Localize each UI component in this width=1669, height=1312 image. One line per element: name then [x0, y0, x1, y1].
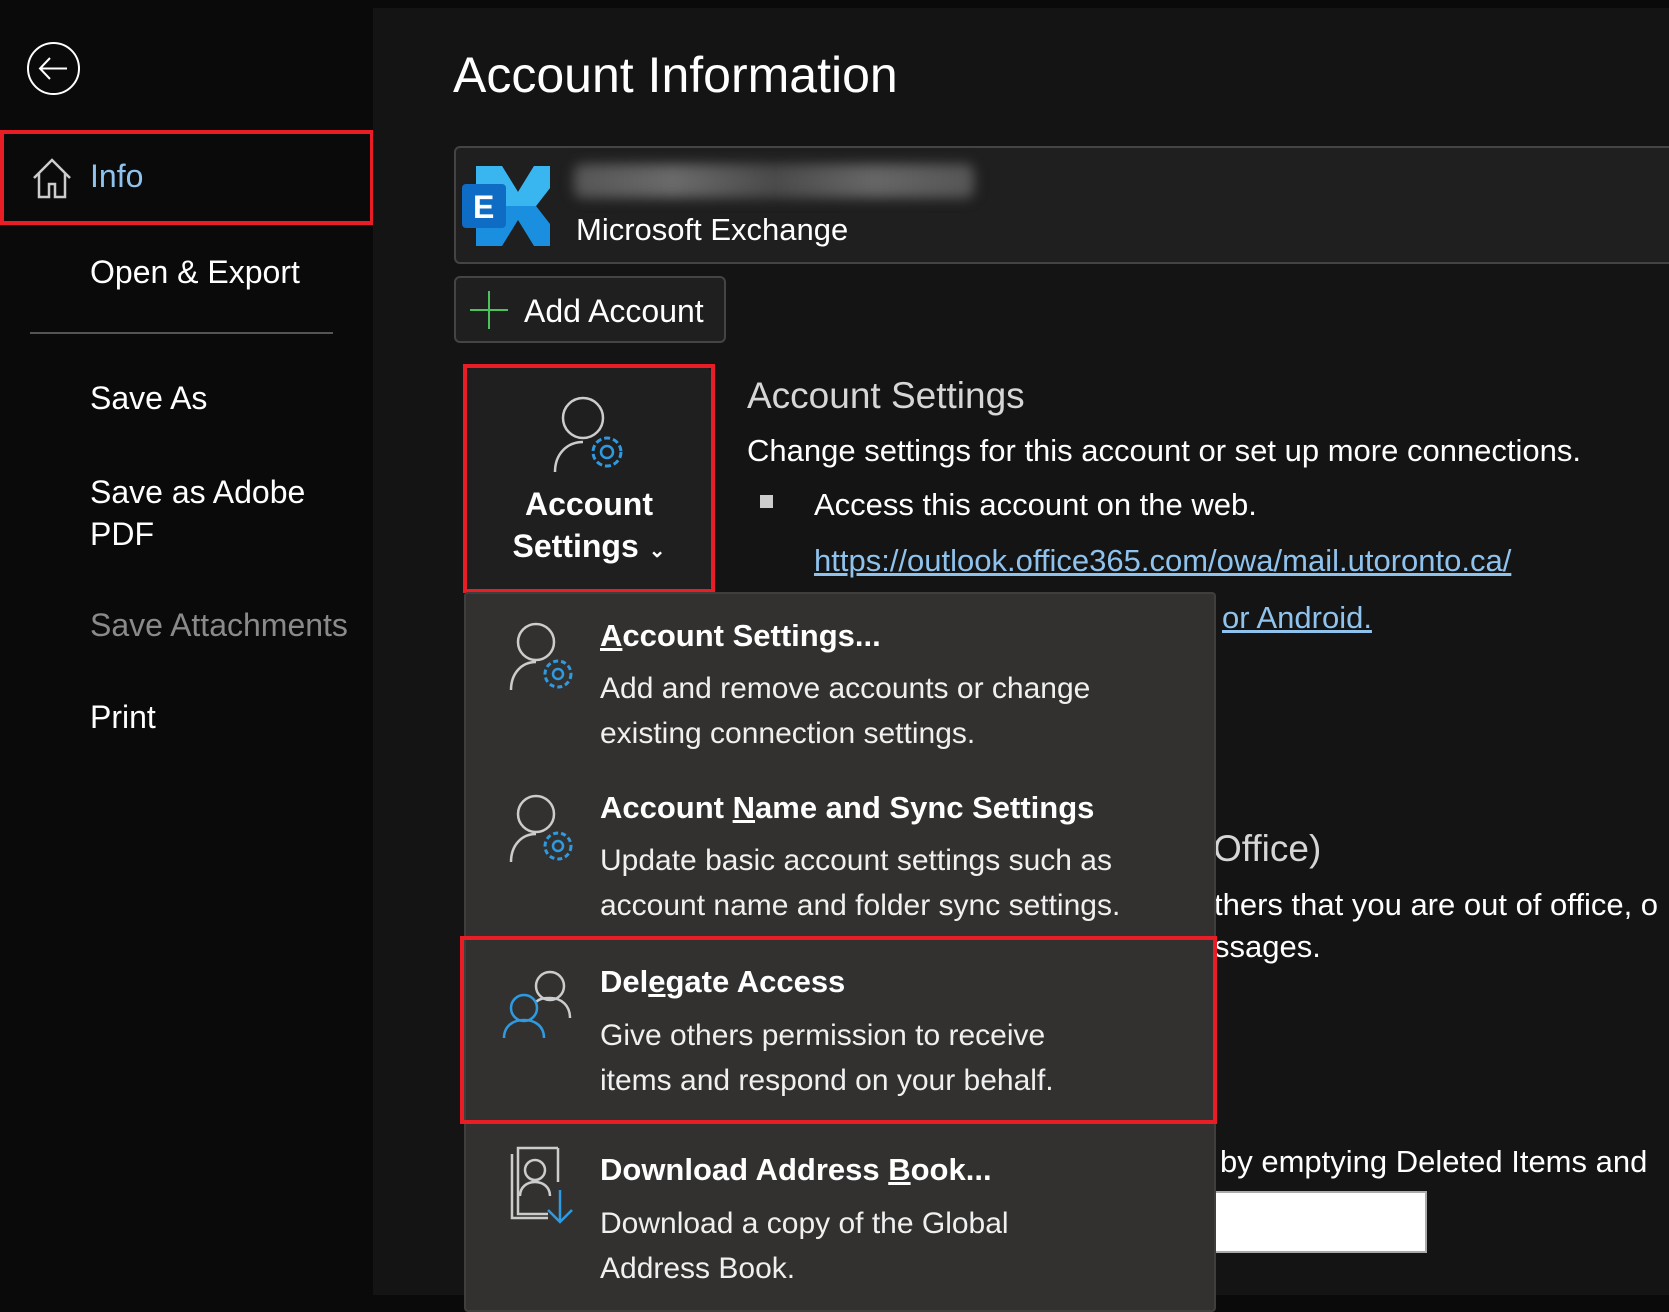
- menu-item-download-address-book[interactable]: Download Address Book... Download a copy…: [466, 1126, 1214, 1306]
- bullet-text: Access this account on the web.: [814, 487, 1257, 522]
- sidebar-item-print[interactable]: Print: [90, 699, 156, 736]
- out-of-office-text: thers that you are out of office, o: [1214, 887, 1659, 922]
- add-account-button[interactable]: Add Account: [454, 276, 726, 343]
- section-heading: Account Settings: [747, 375, 1025, 416]
- svg-text:E: E: [473, 189, 494, 225]
- person-gear-icon: [509, 794, 573, 863]
- sidebar-item-save-as-adobe-pdf[interactable]: Save as Adobe PDF: [90, 471, 305, 555]
- menu-item-desc: account name and folder sync settings.: [600, 889, 1121, 922]
- menu-item-desc: existing connection settings.: [600, 717, 976, 750]
- bullet-icon: [760, 495, 773, 508]
- menu-item-desc: Address Book.: [600, 1252, 796, 1285]
- account-selector[interactable]: E Microsoft Exchange: [454, 146, 1669, 264]
- account-type: Microsoft Exchange: [576, 212, 849, 247]
- back-button[interactable]: [26, 41, 81, 96]
- menu-item-desc: Add and remove accounts or change: [600, 672, 1091, 705]
- section-description: Change settings for this account or set …: [747, 433, 1582, 468]
- owa-link[interactable]: https://outlook.office365.com/owa/mail.u…: [814, 543, 1511, 579]
- menu-item-title: Account Settings...: [600, 618, 881, 653]
- out-of-office-text-2: ssages.: [1214, 929, 1321, 964]
- info-highlight-box: [0, 130, 374, 225]
- person-gear-icon: [509, 622, 573, 691]
- menu-item-title: Download Address Book...: [600, 1152, 992, 1187]
- sidebar-item-save-as[interactable]: Save As: [90, 380, 207, 417]
- add-account-label: Add Account: [524, 293, 704, 329]
- mailbox-cleanup-text: by emptying Deleted Items and: [1220, 1144, 1648, 1179]
- menu-item-account-name-sync[interactable]: Account Name and Sync Settings Update ba…: [466, 766, 1214, 936]
- exchange-logo-icon: E: [462, 166, 550, 246]
- out-of-office-heading: Office): [1213, 828, 1322, 869]
- account-settings-highlight-box: [463, 364, 715, 593]
- back-arrow-circle-icon: [27, 42, 80, 95]
- sidebar-item-label: Save as Adobe: [90, 474, 306, 510]
- menu-item-account-settings[interactable]: Account Settings... Add and remove accou…: [466, 594, 1214, 764]
- plus-icon: [470, 291, 508, 329]
- account-email-redacted: [574, 164, 974, 198]
- address-book-download-icon: [510, 1146, 573, 1224]
- sidebar-item-open-export[interactable]: Open & Export: [90, 254, 300, 291]
- sidebar-divider: [30, 332, 333, 334]
- page-title: Account Information: [453, 47, 898, 103]
- menu-item-desc: Update basic account settings such as: [600, 844, 1112, 877]
- sidebar: Info Open & Export Save As Save as Adobe…: [0, 0, 374, 1295]
- menu-item-title: Account Name and Sync Settings: [600, 790, 1095, 825]
- sidebar-item-label: PDF: [90, 516, 154, 552]
- delegate-access-highlight-box: [460, 936, 1217, 1124]
- mailbox-size-bar: [1210, 1191, 1427, 1253]
- sidebar-item-save-attachments: Save Attachments: [90, 607, 348, 643]
- menu-item-desc: Download a copy of the Global: [600, 1207, 1009, 1240]
- mobile-link[interactable]: or Android.: [1222, 600, 1372, 636]
